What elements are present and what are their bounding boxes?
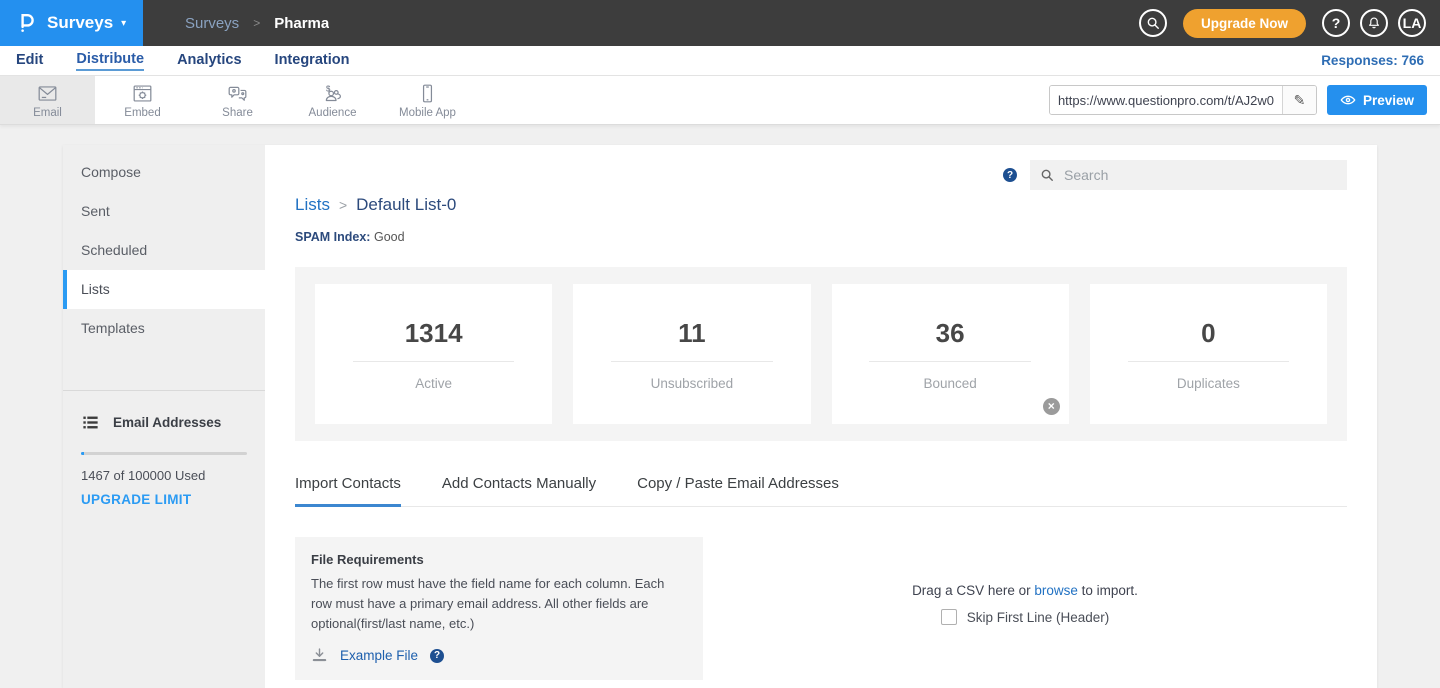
- clear-bounced-icon[interactable]: ×: [1043, 398, 1060, 415]
- skip-first-line-row: Skip First Line (Header): [941, 609, 1110, 625]
- nav-tab[interactable]: Integration: [275, 52, 350, 70]
- breadcrumb-separator: >: [339, 197, 347, 213]
- search-icon[interactable]: [1139, 9, 1167, 37]
- questionpro-logo-icon: [16, 12, 38, 34]
- stat-value: 0: [1201, 318, 1215, 349]
- skip-first-line-checkbox[interactable]: [941, 609, 957, 625]
- email-addresses-title: Email Addresses: [113, 415, 221, 430]
- dropzone-text: Drag a CSV here or browse to import.: [703, 583, 1347, 598]
- import-content: File Requirements The first row must hav…: [295, 537, 1347, 680]
- download-icon[interactable]: [311, 647, 328, 664]
- audience-icon: $: [322, 83, 343, 104]
- stat-divider: [353, 361, 514, 362]
- toolbar-item[interactable]: Mobile App: [380, 76, 475, 124]
- nav-tab[interactable]: Edit: [16, 52, 43, 70]
- survey-nav: Edit Distribute Analytics Integration Re…: [0, 46, 1440, 76]
- stat-card: 0 Duplicates: [1090, 284, 1327, 424]
- nav-tab[interactable]: Distribute: [76, 51, 144, 71]
- sidebar-item[interactable]: Scheduled: [63, 231, 265, 270]
- toolbar-item[interactable]: $ Audience: [285, 76, 380, 124]
- search-row: ?: [295, 160, 1347, 190]
- sidebar-item[interactable]: Templates: [63, 309, 265, 348]
- search-input[interactable]: [1030, 160, 1347, 190]
- survey-url-input[interactable]: [1050, 86, 1282, 114]
- breadcrumb-surveys-link[interactable]: Surveys: [185, 15, 239, 32]
- stat-divider: [1128, 361, 1289, 362]
- breadcrumb: Surveys > Pharma: [185, 0, 329, 46]
- eye-icon: [1340, 92, 1356, 108]
- sidebar-item[interactable]: Compose: [63, 153, 265, 192]
- chevron-down-icon: ▾: [121, 18, 126, 29]
- usage-text: 1467 of 100000 Used: [81, 468, 247, 483]
- embed-icon: [132, 83, 153, 104]
- stat-divider: [611, 361, 772, 362]
- help-icon[interactable]: ?: [1003, 168, 1017, 182]
- file-requirements-body: The first row must have the field name f…: [311, 574, 687, 633]
- stat-value: 11: [678, 318, 706, 349]
- list-breadcrumb: Lists > Default List-0: [295, 195, 1347, 215]
- list-stats-panel: 1314 Active 11 Unsubscribed 36: [295, 267, 1347, 441]
- product-switcher[interactable]: Surveys ▾: [0, 0, 143, 46]
- share-icon: [227, 83, 248, 104]
- nav-tab[interactable]: Analytics: [177, 52, 241, 70]
- stat-card: 1314 Active: [315, 284, 552, 424]
- skip-first-line-label: Skip First Line (Header): [967, 610, 1110, 625]
- spam-index-label[interactable]: SPAM Index:: [295, 230, 370, 244]
- app-header: Surveys ▾ Surveys > Pharma Upgrade Now ?…: [0, 0, 1440, 46]
- stat-card: 36 Bounced ×: [832, 284, 1069, 424]
- toolbar-item[interactable]: Email: [0, 76, 95, 124]
- spam-index-row: SPAM Index: Good: [295, 230, 1347, 244]
- import-tab[interactable]: Add Contacts Manually: [442, 475, 596, 507]
- list-icon: [81, 413, 100, 432]
- current-list-name: Default List-0: [356, 195, 456, 215]
- browse-link[interactable]: browse: [1034, 583, 1078, 598]
- distribute-toolbar: Email Embed Share $ Audience Mobile App …: [0, 76, 1440, 125]
- upgrade-now-button[interactable]: Upgrade Now: [1183, 9, 1306, 38]
- breadcrumb-separator: >: [253, 16, 260, 30]
- stat-label: Active: [415, 376, 452, 391]
- stat-label: Bounced: [923, 376, 976, 391]
- survey-url-group: ✎: [1049, 85, 1317, 115]
- file-requirements-title: File Requirements: [311, 552, 687, 567]
- import-tabs: Import Contacts Add Contacts Manually Co…: [295, 475, 1347, 507]
- email-icon: [37, 83, 58, 104]
- responses-count[interactable]: Responses: 766: [1321, 53, 1424, 68]
- spam-index-value: Good: [374, 230, 405, 244]
- toolbar-right: ✎ Preview: [1049, 76, 1440, 124]
- notifications-bell-icon[interactable]: [1360, 9, 1388, 37]
- breadcrumb-current-survey: Pharma: [274, 15, 329, 32]
- toolbar-item[interactable]: Share: [190, 76, 285, 124]
- product-label: Surveys: [47, 13, 113, 33]
- content-wrapper: Compose Sent Scheduled Lists Templates E…: [63, 145, 1377, 688]
- import-tab[interactable]: Copy / Paste Email Addresses: [637, 475, 839, 507]
- header-actions: Upgrade Now ? LA: [1139, 0, 1440, 46]
- stat-card: 11 Unsubscribed: [573, 284, 810, 424]
- example-file-link[interactable]: Example File: [340, 648, 418, 663]
- stat-value: 1314: [405, 318, 463, 349]
- file-requirements-box: File Requirements The first row must hav…: [295, 537, 703, 680]
- toolbar-item[interactable]: Embed: [95, 76, 190, 124]
- stat-divider: [869, 361, 1030, 362]
- search-box: [1030, 160, 1347, 190]
- upgrade-limit-link[interactable]: UPGRADE LIMIT: [81, 492, 191, 507]
- sidebar-item[interactable]: Lists: [63, 270, 265, 309]
- usage-progress-bar: [81, 452, 247, 455]
- sidebar-item[interactable]: Sent: [63, 192, 265, 231]
- search-icon: [1040, 168, 1054, 182]
- lists-link[interactable]: Lists: [295, 195, 330, 215]
- email-addresses-section: Email Addresses 1467 of 100000 Used UPGR…: [63, 391, 265, 509]
- edit-url-pencil-icon[interactable]: ✎: [1282, 86, 1316, 114]
- avatar[interactable]: LA: [1398, 9, 1426, 37]
- help-icon[interactable]: ?: [1322, 9, 1350, 37]
- lists-main-panel: ? Lists > Default List-0 SPAM Index: Goo…: [265, 145, 1377, 688]
- mobile-app-icon: [417, 83, 438, 104]
- stat-label: Unsubscribed: [651, 376, 734, 391]
- csv-dropzone[interactable]: Drag a CSV here or browse to import. Ski…: [703, 537, 1347, 680]
- stat-label: Duplicates: [1177, 376, 1240, 391]
- import-tab[interactable]: Import Contacts: [295, 475, 401, 507]
- preview-button[interactable]: Preview: [1327, 85, 1427, 115]
- help-icon[interactable]: ?: [430, 649, 444, 663]
- stat-value: 36: [936, 318, 965, 349]
- email-sidebar: Compose Sent Scheduled Lists Templates E…: [63, 145, 265, 688]
